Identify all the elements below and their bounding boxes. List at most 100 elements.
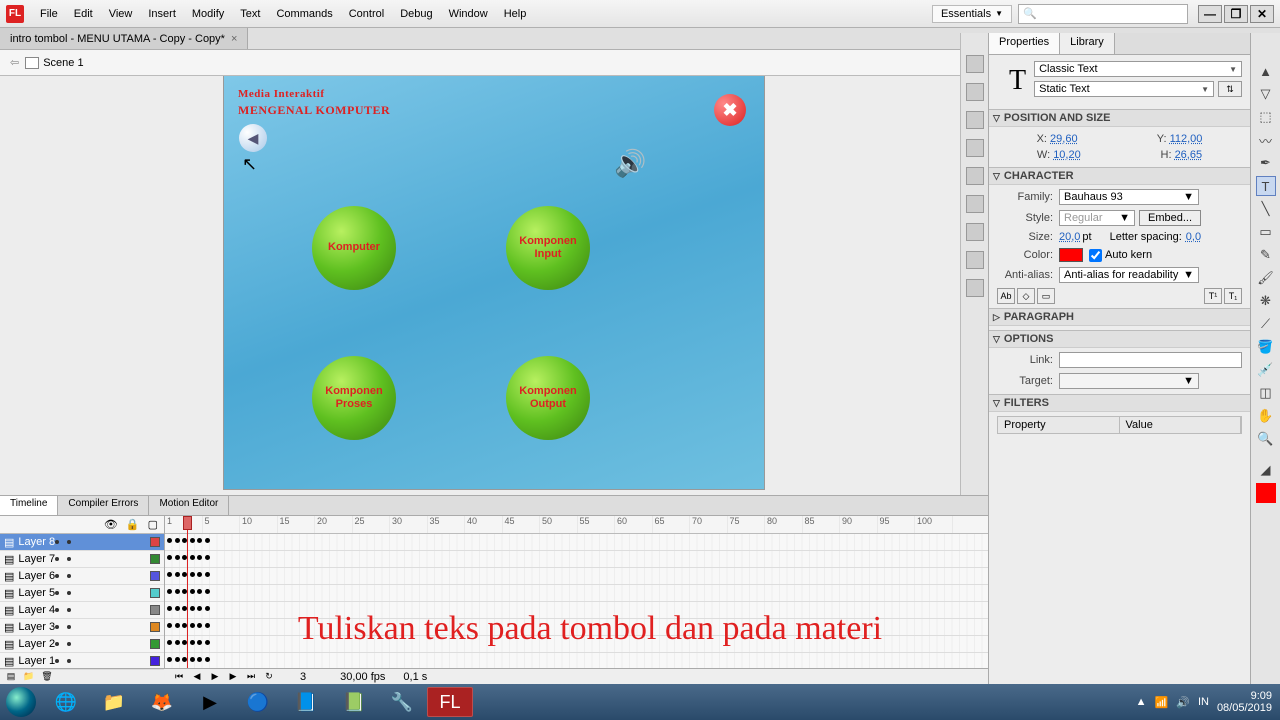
deco-tool[interactable]: ❋: [1256, 291, 1276, 311]
close-window-button[interactable]: ✕: [1250, 5, 1274, 23]
target-dropdown[interactable]: ▼: [1059, 373, 1199, 389]
start-button[interactable]: [0, 684, 42, 720]
taskbar-ie-icon[interactable]: 🌐: [43, 687, 89, 717]
section-paragraph[interactable]: ▷PARAGRAPH: [989, 308, 1250, 326]
menu-text[interactable]: Text: [232, 4, 268, 24]
subscript-button[interactable]: T₁: [1224, 288, 1242, 304]
menu-help[interactable]: Help: [496, 4, 535, 24]
tray-lang[interactable]: IN: [1198, 696, 1209, 708]
taskbar-flash-icon[interactable]: FL: [427, 687, 473, 717]
layer-row[interactable]: ▤Layer 2: [0, 636, 164, 653]
eraser-tool[interactable]: ◫: [1256, 383, 1276, 403]
zoom-tool[interactable]: 🔍: [1256, 429, 1276, 449]
dock-icon[interactable]: [966, 223, 984, 241]
first-frame-button[interactable]: ⏮: [172, 671, 186, 683]
tab-compiler-errors[interactable]: Compiler Errors: [58, 496, 149, 515]
stroke-color[interactable]: ◢: [1256, 460, 1276, 480]
html-button[interactable]: ◇: [1017, 288, 1035, 304]
play-button[interactable]: ▶: [208, 671, 222, 683]
text-orientation-button[interactable]: ⇅: [1218, 81, 1242, 97]
maximize-button[interactable]: ❐: [1224, 5, 1248, 23]
tab-timeline[interactable]: Timeline: [0, 496, 58, 515]
menu-insert[interactable]: Insert: [140, 4, 184, 24]
layer-row[interactable]: ▤Layer 3: [0, 619, 164, 636]
tray-network-icon[interactable]: 📶: [1155, 696, 1169, 709]
menu-modify[interactable]: Modify: [184, 4, 232, 24]
loop-button[interactable]: ↻: [262, 671, 276, 683]
hand-tool[interactable]: ✋: [1256, 406, 1276, 426]
pen-tool[interactable]: ✒: [1256, 153, 1276, 173]
eye-icon[interactable]: 👁: [104, 518, 118, 531]
layer-row[interactable]: ▤Layer 7: [0, 551, 164, 568]
letter-spacing[interactable]: 0,0: [1186, 231, 1201, 243]
stage-back-button[interactable]: ◀: [239, 124, 267, 152]
stage[interactable]: Media Interaktif MENGENAL KOMPUTER ◀ ↖ ✖…: [224, 76, 764, 489]
menu-view[interactable]: View: [101, 4, 141, 24]
font-size[interactable]: 20,0: [1059, 231, 1080, 243]
dock-icon[interactable]: [966, 83, 984, 101]
link-input[interactable]: [1059, 352, 1242, 368]
menu-file[interactable]: File: [32, 4, 66, 24]
scene-back-icon[interactable]: ⇦: [10, 56, 19, 69]
sound-icon[interactable]: 🔊: [614, 148, 646, 179]
border-button[interactable]: ▭: [1037, 288, 1055, 304]
taskbar-media-icon[interactable]: ▶: [187, 687, 233, 717]
pos-h[interactable]: 26,65: [1175, 149, 1203, 161]
taskbar-app-icon[interactable]: 📘: [283, 687, 329, 717]
section-filters[interactable]: ▽FILTERS: [989, 394, 1250, 412]
section-position-size[interactable]: ▽POSITION AND SIZE: [989, 109, 1250, 127]
search-input[interactable]: 🔍: [1018, 4, 1188, 24]
menu-window[interactable]: Window: [441, 4, 496, 24]
taskbar-app-icon[interactable]: 📗: [331, 687, 377, 717]
layer-row[interactable]: ▤Layer 1: [0, 653, 164, 670]
close-tab-icon[interactable]: ×: [231, 33, 237, 45]
stage-close-button[interactable]: ✖: [714, 94, 746, 126]
pos-x[interactable]: 29,60: [1050, 133, 1078, 145]
taskbar-explorer-icon[interactable]: 📁: [91, 687, 137, 717]
menu-button-komputer[interactable]: Komputer: [312, 206, 396, 290]
document-tab[interactable]: intro tombol - MENU UTAMA - Copy - Copy*…: [0, 28, 248, 49]
new-layer-button[interactable]: ▤: [4, 671, 18, 683]
menu-button-komponen-output[interactable]: Komponen Output: [506, 356, 590, 440]
dock-icon[interactable]: [966, 139, 984, 157]
subselection-tool[interactable]: ▽: [1256, 84, 1276, 104]
free-transform-tool[interactable]: ⬚: [1256, 107, 1276, 127]
lock-icon[interactable]: 🔒: [126, 518, 140, 531]
taskbar-chrome-icon[interactable]: 🔵: [235, 687, 281, 717]
menu-debug[interactable]: Debug: [392, 4, 440, 24]
tab-library[interactable]: Library: [1060, 33, 1115, 54]
dock-icon[interactable]: [966, 251, 984, 269]
delete-layer-button[interactable]: 🗑: [40, 671, 54, 683]
outline-icon[interactable]: ▢: [148, 518, 158, 531]
tray-sound-icon[interactable]: 🔊: [1176, 696, 1190, 709]
font-style-dropdown[interactable]: Regular▼: [1059, 210, 1135, 226]
menu-button-komponen-proses[interactable]: Komponen Proses: [312, 356, 396, 440]
layer-row[interactable]: ▤Layer 8: [0, 534, 164, 551]
menu-commands[interactable]: Commands: [268, 4, 340, 24]
pos-w[interactable]: 10,20: [1053, 149, 1081, 161]
bone-tool[interactable]: ⟋: [1256, 314, 1276, 334]
selectable-button[interactable]: Ab: [997, 288, 1015, 304]
pos-y[interactable]: 112,00: [1170, 133, 1203, 145]
tray-flag-icon[interactable]: ▲: [1136, 696, 1147, 708]
antialias-dropdown[interactable]: Anti-alias for readability▼: [1059, 267, 1199, 283]
prev-frame-button[interactable]: ◀: [190, 671, 204, 683]
section-options[interactable]: ▽OPTIONS: [989, 330, 1250, 348]
tab-motion-editor[interactable]: Motion Editor: [149, 496, 229, 515]
selection-tool[interactable]: ▲: [1256, 61, 1276, 81]
pencil-tool[interactable]: ✎: [1256, 245, 1276, 265]
line-tool[interactable]: ╲: [1256, 199, 1276, 219]
text-type-dropdown[interactable]: Classic Text▼: [1034, 61, 1242, 77]
text-mode-dropdown[interactable]: Static Text▼: [1034, 81, 1214, 97]
text-tool[interactable]: T: [1256, 176, 1276, 196]
paint-bucket-tool[interactable]: 🪣: [1256, 337, 1276, 357]
taskbar-app-icon[interactable]: 🔧: [379, 687, 425, 717]
eyedropper-tool[interactable]: 💉: [1256, 360, 1276, 380]
workspace-dropdown[interactable]: Essentials▼: [932, 5, 1012, 23]
layer-row[interactable]: ▤Layer 4: [0, 602, 164, 619]
fill-color[interactable]: [1256, 483, 1276, 503]
dock-icon[interactable]: [966, 111, 984, 129]
font-family-dropdown[interactable]: Bauhaus 93▼: [1059, 189, 1199, 205]
dock-icon[interactable]: [966, 167, 984, 185]
superscript-button[interactable]: T¹: [1204, 288, 1222, 304]
